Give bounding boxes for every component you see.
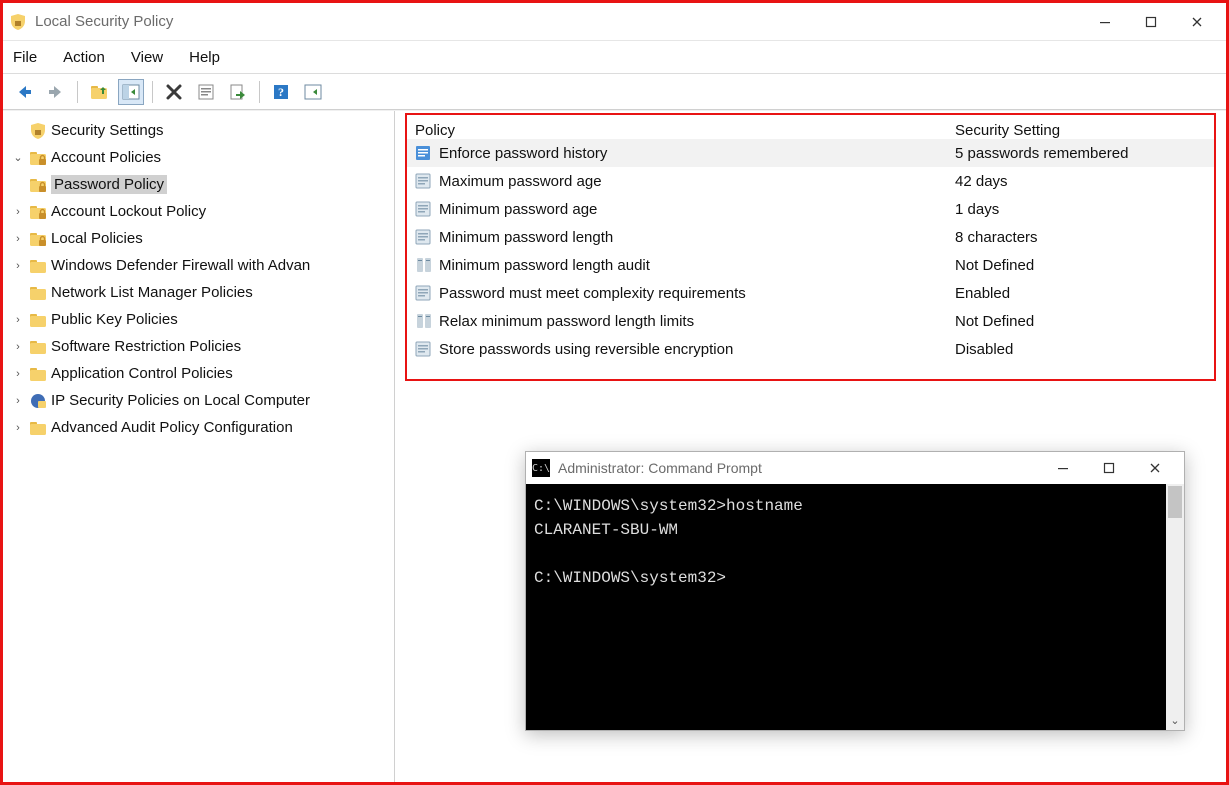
close-button[interactable] xyxy=(1174,7,1220,37)
cmd-output[interactable]: C:\WINDOWS\system32>hostname CLARANET-SB… xyxy=(526,484,1166,730)
tree-app-control[interactable]: ›Application Control Policies xyxy=(7,360,390,387)
server-icon xyxy=(415,312,433,330)
cmd-close-button[interactable] xyxy=(1132,453,1178,483)
folder-lock-icon xyxy=(29,149,47,167)
minimize-button[interactable] xyxy=(1082,7,1128,37)
menu-help[interactable]: Help xyxy=(189,49,220,66)
command-prompt-window[interactable]: C:\ Administrator: Command Prompt C:\WIN… xyxy=(525,451,1185,731)
policy-item-icon xyxy=(415,172,433,190)
policy-item-icon xyxy=(415,228,433,246)
tree-public-key[interactable]: ›Public Key Policies xyxy=(7,306,390,333)
menu-action[interactable]: Action xyxy=(63,49,105,66)
cmd-maximize-button[interactable] xyxy=(1086,453,1132,483)
delete-button[interactable] xyxy=(161,79,187,105)
cmd-titlebar[interactable]: C:\ Administrator: Command Prompt xyxy=(526,452,1184,484)
policy-row[interactable]: Minimum password length 8 characters xyxy=(407,223,1214,251)
folder-lock-icon xyxy=(29,230,47,248)
policy-list-highlight: Policy Security Setting Enforce password… xyxy=(405,113,1216,381)
folder-icon xyxy=(29,365,47,383)
menubar: File Action View Help xyxy=(3,41,1226,73)
policy-row[interactable]: Store passwords using reversible encrypt… xyxy=(407,335,1214,363)
svg-text:?: ? xyxy=(278,85,284,99)
folder-lock-icon xyxy=(29,203,47,221)
ipsec-icon xyxy=(29,392,47,410)
policy-item-icon xyxy=(415,284,433,302)
scrollbar-thumb[interactable] xyxy=(1168,486,1182,518)
tree-account-lockout[interactable]: › Account Lockout Policy xyxy=(7,198,390,225)
maximize-button[interactable] xyxy=(1128,7,1174,37)
column-policy[interactable]: Policy xyxy=(415,122,955,139)
policy-grid-header[interactable]: Policy Security Setting xyxy=(407,115,1214,139)
policy-row[interactable]: Enforce password history 5 passwords rem… xyxy=(407,139,1214,167)
server-icon xyxy=(415,256,433,274)
tree-root[interactable]: Security Settings xyxy=(7,117,390,144)
cmd-icon: C:\ xyxy=(532,459,550,477)
tree-defender[interactable]: ›Windows Defender Firewall with Advan xyxy=(7,252,390,279)
folder-icon xyxy=(29,284,47,302)
policy-item-icon xyxy=(415,144,433,162)
folder-icon xyxy=(29,311,47,329)
shield-icon xyxy=(29,122,47,140)
tree-account-policies[interactable]: ⌄ Account Policies xyxy=(7,144,390,171)
folder-icon xyxy=(29,419,47,437)
cmd-title: Administrator: Command Prompt xyxy=(558,460,762,476)
tree-pane[interactable]: Security Settings ⌄ Account Policies xyxy=(3,111,395,782)
window-title: Local Security Policy xyxy=(35,13,173,30)
forward-button[interactable] xyxy=(43,79,69,105)
refresh-button[interactable] xyxy=(300,79,326,105)
show-tree-button[interactable] xyxy=(118,79,144,105)
tree-password-policy[interactable]: Password Policy xyxy=(7,171,390,198)
policy-row[interactable]: Relax minimum password length limits Not… xyxy=(407,307,1214,335)
titlebar: Local Security Policy xyxy=(3,3,1226,41)
policy-grid[interactable]: Policy Security Setting Enforce password… xyxy=(407,115,1214,363)
local-security-policy-window: Local Security Policy File Action View H… xyxy=(3,3,1226,782)
tree-adv-audit[interactable]: ›Advanced Audit Policy Configuration xyxy=(7,414,390,441)
cmd-scrollbar[interactable]: ⌄ xyxy=(1166,484,1184,730)
policy-row[interactable]: Minimum password age 1 days xyxy=(407,195,1214,223)
policy-row[interactable]: Maximum password age 42 days xyxy=(407,167,1214,195)
tree-software-restriction[interactable]: ›Software Restriction Policies xyxy=(7,333,390,360)
folder-icon xyxy=(29,338,47,356)
policy-item-icon xyxy=(415,340,433,358)
tree-network-list[interactable]: Network List Manager Policies xyxy=(7,279,390,306)
app-icon xyxy=(9,13,27,31)
properties-button[interactable] xyxy=(193,79,219,105)
up-button[interactable] xyxy=(86,79,112,105)
menu-file[interactable]: File xyxy=(13,49,37,66)
details-pane: Policy Security Setting Enforce password… xyxy=(395,111,1226,782)
policy-item-icon xyxy=(415,200,433,218)
export-button[interactable] xyxy=(225,79,251,105)
folder-icon xyxy=(29,257,47,275)
help-button[interactable]: ? xyxy=(268,79,294,105)
cmd-minimize-button[interactable] xyxy=(1040,453,1086,483)
tree-local-policies[interactable]: ›Local Policies xyxy=(7,225,390,252)
column-security-setting[interactable]: Security Setting xyxy=(955,122,1206,139)
back-button[interactable] xyxy=(11,79,37,105)
policy-row[interactable]: Minimum password length audit Not Define… xyxy=(407,251,1214,279)
toolbar: ? xyxy=(3,74,1226,110)
tree-ipsec[interactable]: ›IP Security Policies on Local Computer xyxy=(7,387,390,414)
menu-view[interactable]: View xyxy=(131,49,163,66)
policy-row[interactable]: Password must meet complexity requiremen… xyxy=(407,279,1214,307)
scrollbar-down-icon[interactable]: ⌄ xyxy=(1166,712,1184,728)
folder-lock-icon xyxy=(29,176,47,194)
